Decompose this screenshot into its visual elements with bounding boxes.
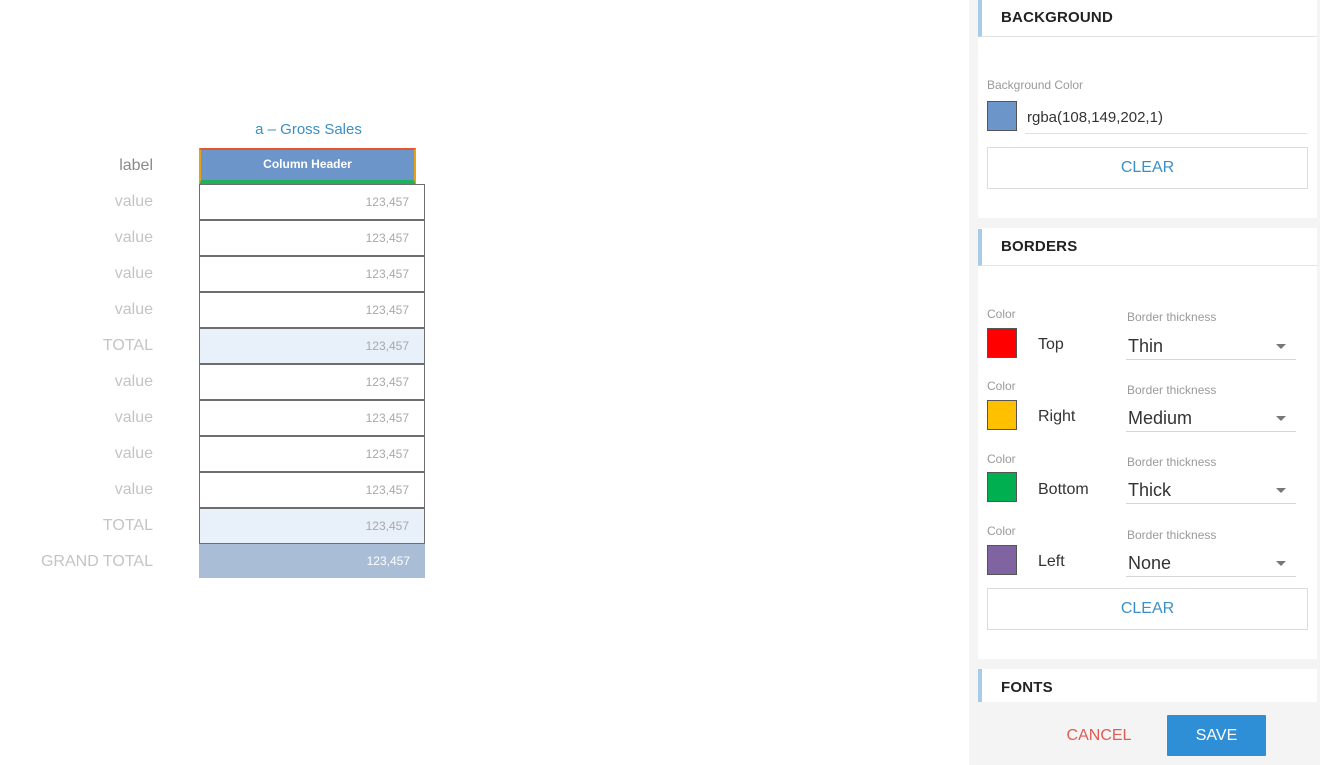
cell-value: 123,457 <box>365 447 409 461</box>
borders-section: BORDERS Color Top Border thickness Thin … <box>978 228 1317 659</box>
save-button[interactable]: SAVE <box>1167 715 1266 756</box>
chevron-down-icon <box>1276 488 1286 493</box>
background-clear-button[interactable]: CLEAR <box>987 147 1308 189</box>
border-right-color-swatch[interactable] <box>987 400 1017 430</box>
borders-section-title: BORDERS <box>978 229 1317 266</box>
chevron-down-icon <box>1276 561 1286 566</box>
cell-value: 123,457 <box>365 231 409 245</box>
cancel-button[interactable]: CANCEL <box>1059 715 1139 757</box>
border-top-color-swatch[interactable] <box>987 328 1017 358</box>
grand-total-cell[interactable]: 123,457 <box>199 544 425 578</box>
borders-clear-button[interactable]: CLEAR <box>987 588 1308 630</box>
background-section: BACKGROUND Background Color rgba(108,149… <box>978 0 1317 218</box>
row-label: value <box>114 301 153 318</box>
border-left-color-swatch[interactable] <box>987 545 1017 575</box>
border-bottom-label: Bottom <box>1038 481 1089 498</box>
total-row-label: TOTAL <box>102 517 153 534</box>
border-top-thickness-select[interactable]: Thin <box>1126 332 1296 360</box>
border-top-thickness-value: Thin <box>1128 336 1164 356</box>
border-color-label: Color <box>987 524 1016 538</box>
total-row-label: TOTAL <box>102 337 153 354</box>
background-section-title: BACKGROUND <box>978 0 1317 37</box>
total-cell[interactable]: 123,457 <box>199 328 425 364</box>
row-label: value <box>114 193 153 210</box>
border-color-label: Color <box>987 452 1016 466</box>
table-preview: a – Gross Sales label Column Header valu… <box>0 0 969 765</box>
border-left-thickness-value: None <box>1128 553 1172 573</box>
cell-value: 123,457 <box>365 375 409 389</box>
border-right-label: Right <box>1038 408 1076 425</box>
value-cell[interactable]: 123,457 <box>199 472 425 508</box>
column-header-cell[interactable]: Column Header <box>199 148 416 186</box>
column-title: a – Gross Sales <box>255 121 362 138</box>
row-label: value <box>114 373 153 390</box>
border-bottom-thickness-value: Thick <box>1128 480 1172 500</box>
header-row-label: label <box>119 157 153 174</box>
value-cell[interactable]: 123,457 <box>199 292 425 328</box>
chevron-down-icon <box>1276 416 1286 421</box>
cell-value: 123,457 <box>365 303 409 317</box>
cell-value: 123,457 <box>365 195 409 209</box>
value-cell[interactable]: 123,457 <box>199 364 425 400</box>
border-left-label: Left <box>1038 553 1065 570</box>
value-cell[interactable]: 123,457 <box>199 184 425 220</box>
border-thickness-label: Border thickness <box>1127 310 1217 324</box>
row-label: value <box>114 409 153 426</box>
background-color-input[interactable]: rgba(108,149,202,1) <box>1025 101 1307 134</box>
fonts-section-title[interactable]: FONTS <box>978 669 1317 702</box>
border-color-label: Color <box>987 307 1016 321</box>
row-label: value <box>114 229 153 246</box>
border-right-thickness-value: Medium <box>1128 408 1193 428</box>
border-bottom-thickness-select[interactable]: Thick <box>1126 476 1296 504</box>
background-color-label: Background Color <box>987 78 1084 92</box>
cell-value: 123,457 <box>365 339 409 353</box>
border-right-thickness-select[interactable]: Medium <box>1126 404 1296 432</box>
border-left-thickness-select[interactable]: None <box>1126 549 1296 577</box>
background-color-swatch[interactable] <box>987 101 1017 131</box>
grand-total-label: GRAND TOTAL <box>40 553 153 570</box>
border-thickness-label: Border thickness <box>1127 383 1217 397</box>
border-thickness-label: Border thickness <box>1127 455 1217 469</box>
fonts-section: FONTS <box>978 669 1317 702</box>
row-label: value <box>114 481 153 498</box>
cell-value: 123,457 <box>366 554 410 568</box>
chevron-down-icon <box>1276 344 1286 349</box>
cell-value: 123,457 <box>365 519 409 533</box>
value-cell[interactable]: 123,457 <box>199 220 425 256</box>
format-panel: BACKGROUND Background Color rgba(108,149… <box>969 0 1320 765</box>
border-top-label: Top <box>1038 336 1064 353</box>
border-thickness-label: Border thickness <box>1127 528 1217 542</box>
value-cell[interactable]: 123,457 <box>199 400 425 436</box>
value-cell[interactable]: 123,457 <box>199 256 425 292</box>
cell-value: 123,457 <box>365 411 409 425</box>
column-header-text: Column Header <box>263 157 352 171</box>
cell-value: 123,457 <box>365 267 409 281</box>
panel-footer: CANCEL SAVE <box>969 702 1320 765</box>
border-color-label: Color <box>987 379 1016 393</box>
total-cell[interactable]: 123,457 <box>199 508 425 544</box>
border-bottom-color-swatch[interactable] <box>987 472 1017 502</box>
row-label: value <box>114 445 153 462</box>
row-label: value <box>114 265 153 282</box>
cell-value: 123,457 <box>365 483 409 497</box>
value-cell[interactable]: 123,457 <box>199 436 425 472</box>
